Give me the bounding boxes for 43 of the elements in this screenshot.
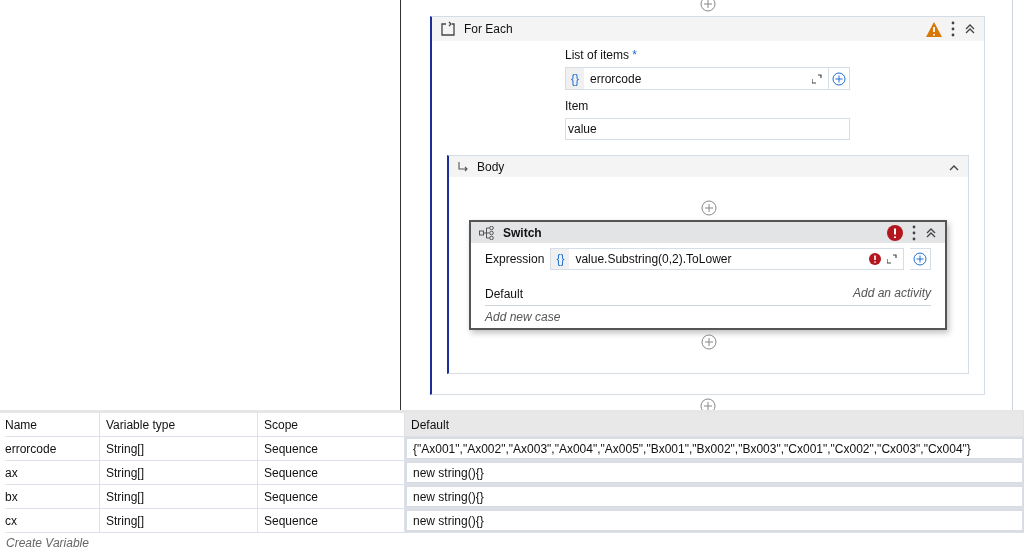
column-header[interactable]: Variable type xyxy=(100,413,258,436)
collapse-icon[interactable] xyxy=(964,23,976,35)
add-button[interactable] xyxy=(829,67,850,90)
column-header[interactable]: Default xyxy=(405,413,1024,436)
item-field[interactable]: value xyxy=(565,118,850,140)
add-activity-icon[interactable] xyxy=(699,0,716,12)
activity-title: For Each xyxy=(464,22,513,36)
expression-field[interactable]: {} value.Substring(0,2).ToLower xyxy=(550,248,904,270)
add-activity-icon[interactable] xyxy=(700,200,717,216)
create-variable-link[interactable]: Create Variable xyxy=(0,533,1024,548)
add-activity-icon[interactable] xyxy=(699,398,716,410)
add-button[interactable] xyxy=(910,248,931,270)
default-value-field[interactable]: new string(){} xyxy=(405,509,1024,532)
loop-icon xyxy=(440,21,456,37)
default-value-field[interactable]: {"Ax001","Ax002","Ax003","Ax004","Ax005","Bx001","Bx002","Bx003","Cx001","Cx002","Cx003","Cx004"} xyxy=(405,437,1024,460)
table-cell: errorcode xyxy=(4,437,100,460)
table-cell: String[] xyxy=(100,485,258,508)
column-header[interactable]: Name xyxy=(4,413,100,436)
expand-icon[interactable] xyxy=(887,254,897,264)
body-title: Body xyxy=(477,159,505,174)
add-case-link[interactable]: Add new case xyxy=(485,310,931,324)
collapse-icon[interactable] xyxy=(925,226,937,239)
activity-title: Switch xyxy=(503,225,542,240)
field-label: Expression xyxy=(485,251,545,267)
flowchart-icon xyxy=(479,225,495,240)
add-activity-icon[interactable] xyxy=(700,334,717,350)
table-cell: cx xyxy=(4,509,100,532)
more-options-icon[interactable] xyxy=(950,21,956,37)
default-value-field[interactable]: new string(){} xyxy=(405,485,1024,508)
add-activity-link[interactable]: Add an activity xyxy=(852,286,931,302)
case-label: Default xyxy=(485,286,524,302)
table-cell: String[] xyxy=(100,509,258,532)
default-value-field[interactable]: new string(){} xyxy=(405,461,1024,484)
field-label: Item xyxy=(565,98,590,114)
return-arrow-icon xyxy=(457,160,469,173)
more-options-icon[interactable] xyxy=(911,224,917,241)
table-cell: String[] xyxy=(100,461,258,484)
table-cell: String[] xyxy=(100,437,258,460)
list-of-items-field[interactable]: {} errorcode xyxy=(565,67,829,90)
table-cell: ax xyxy=(4,461,100,484)
field-label: List of items * xyxy=(565,47,639,63)
expand-icon[interactable] xyxy=(812,73,822,84)
table-cell: bx xyxy=(4,485,100,508)
